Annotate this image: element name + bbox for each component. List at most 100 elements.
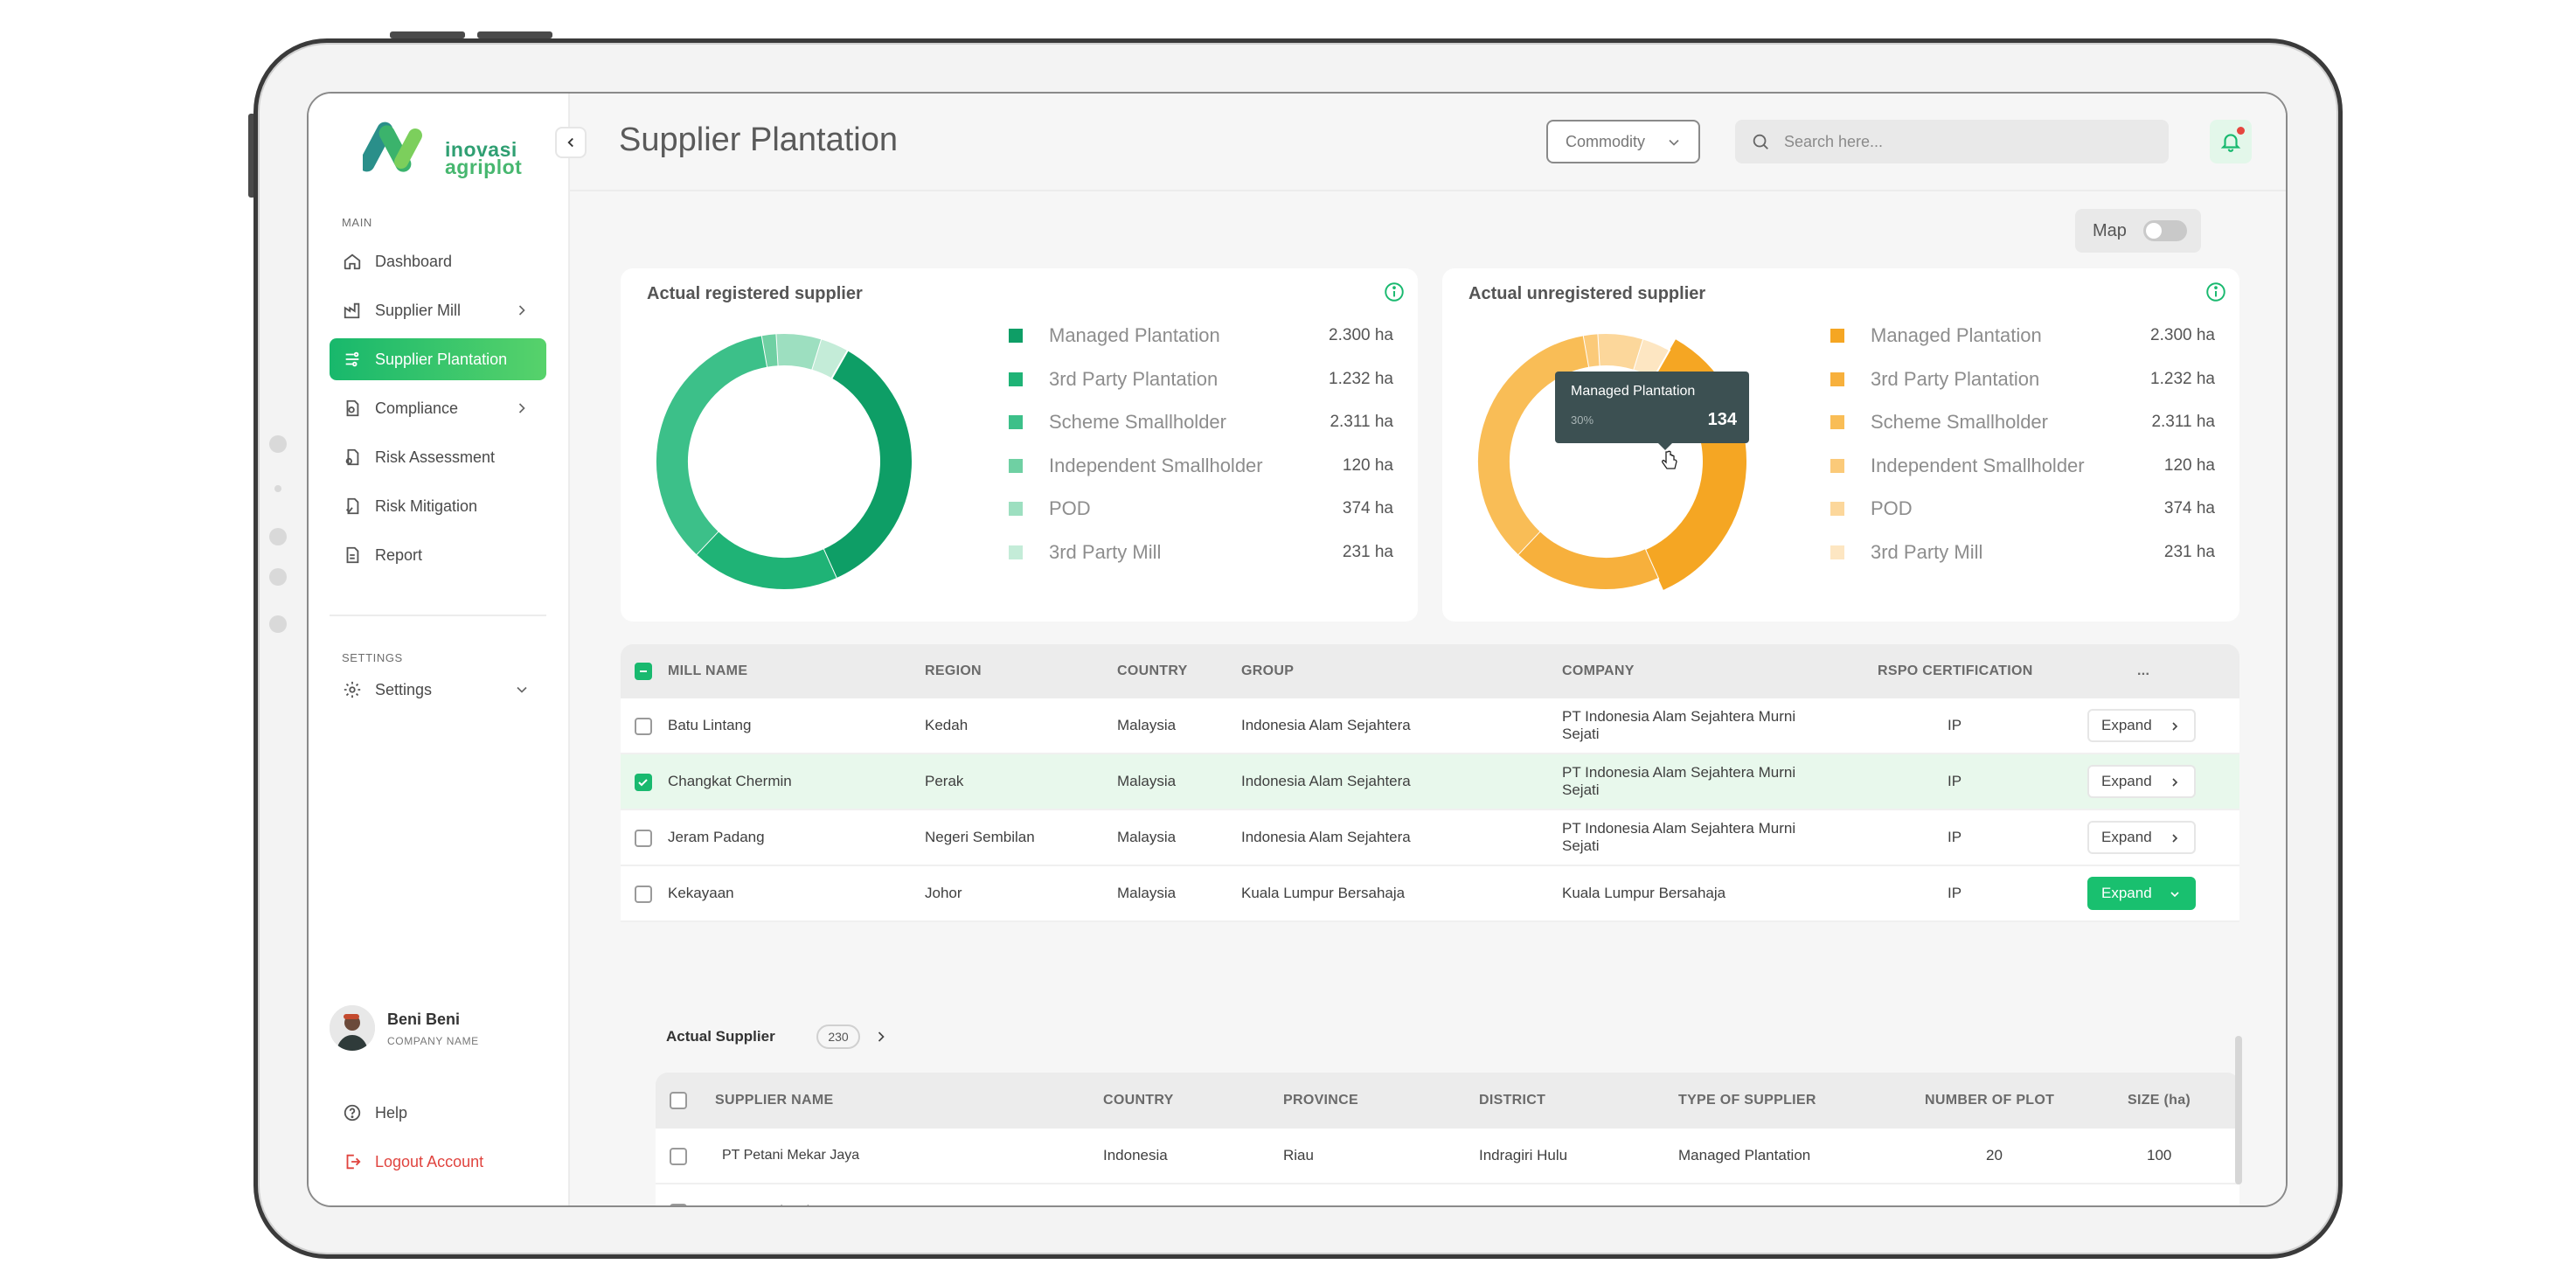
info-icon[interactable] bbox=[1383, 281, 1406, 303]
brand-logo[interactable]: inovasi agriplot bbox=[358, 115, 522, 177]
col-number-of-plot[interactable]: NUMBER OF PLOT bbox=[1925, 1073, 2054, 1129]
company-line: Sejati bbox=[1562, 837, 1600, 854]
info-icon[interactable] bbox=[2205, 281, 2227, 303]
card-title: Actual registered supplier bbox=[647, 284, 863, 303]
sidebar-item-settings[interactable]: Settings bbox=[330, 669, 546, 711]
col-mill-name[interactable]: MILL NAME bbox=[668, 644, 747, 698]
sidebar-item-dashboard[interactable]: Dashboard bbox=[330, 240, 546, 282]
donut-segment[interactable] bbox=[656, 336, 768, 555]
map-toggle[interactable]: Map bbox=[2075, 209, 2201, 253]
col-region[interactable]: REGION bbox=[925, 644, 982, 698]
col-company[interactable]: COMPANY bbox=[1562, 644, 1635, 698]
col-district[interactable]: DISTRICT bbox=[1479, 1073, 1545, 1129]
col-province[interactable]: PROVINCE bbox=[1283, 1073, 1358, 1129]
expand-button[interactable]: Expand bbox=[2087, 709, 2196, 742]
table-scrollbar[interactable] bbox=[2235, 1036, 2242, 1184]
chevron-right-icon bbox=[2172, 834, 2178, 843]
col-group[interactable]: GROUP bbox=[1241, 644, 1294, 698]
legend-value: 1.232 ha bbox=[2150, 369, 2215, 388]
row-checkbox[interactable] bbox=[635, 886, 652, 903]
logout-button[interactable]: Logout Account bbox=[330, 1141, 546, 1183]
expand-button[interactable]: Expand bbox=[2087, 765, 2196, 798]
table-row[interactable]: Kekayaan Johor Malaysia Kuala Lumpur Bersah… bbox=[621, 866, 2239, 922]
table-row[interactable]: Changkat Chermin Perak Malaysia Indonesia A… bbox=[621, 754, 2239, 810]
col-rspo[interactable]: RSPO CERTIFICATION bbox=[1878, 644, 2033, 698]
legend-label: Managed Plantation bbox=[1049, 324, 1220, 346]
donut-segment[interactable] bbox=[776, 334, 823, 371]
sidebar-item-label: Risk Assessment bbox=[375, 448, 496, 466]
rspo-certification: IP bbox=[1948, 885, 1962, 901]
sidebar-item-compliance[interactable]: Compliance bbox=[330, 387, 546, 429]
row-checkbox[interactable] bbox=[635, 830, 652, 847]
legend-value: 1.232 ha bbox=[1329, 369, 1393, 388]
collapse-sidebar-button[interactable] bbox=[555, 127, 587, 158]
map-switch[interactable] bbox=[2143, 220, 2187, 241]
mill-name: Jeram Padang bbox=[668, 829, 765, 845]
chevron-down-icon bbox=[517, 686, 527, 693]
row-checkbox[interactable] bbox=[670, 1204, 687, 1205]
table-row[interactable]: Jeram Padang Negeri Sembilan Malaysia Indon… bbox=[621, 810, 2239, 866]
chevron-down-icon bbox=[2170, 892, 2179, 898]
legend-swatch bbox=[1830, 372, 1844, 386]
country: Malaysia bbox=[1117, 829, 1177, 845]
legend-swatch bbox=[1830, 545, 1844, 559]
table-row[interactable]: PT Petani Mekar Jaya Indonesia Riau Indragi… bbox=[656, 1184, 2239, 1205]
user-profile[interactable]: Beni Beni COMPANY NAME bbox=[330, 1005, 548, 1058]
factory-icon bbox=[342, 300, 363, 321]
row-checkbox[interactable] bbox=[635, 774, 652, 791]
legend-swatch bbox=[1009, 545, 1023, 559]
hand-cursor-icon bbox=[1662, 450, 1677, 469]
donut-segment[interactable] bbox=[823, 351, 912, 579]
user-company: COMPANY NAME bbox=[387, 1035, 479, 1047]
donut-segment[interactable] bbox=[761, 334, 779, 367]
legend-swatch bbox=[1830, 502, 1844, 516]
sidebar-item-supplier-plantation[interactable]: Supplier Plantation bbox=[330, 338, 546, 380]
map-toggle-label: Map bbox=[2093, 220, 2127, 240]
actual-supplier-count: 230 bbox=[816, 1024, 860, 1049]
sidebar-item-supplier-mill[interactable]: Supplier Mill bbox=[330, 289, 546, 331]
legend-label: POD bbox=[1049, 497, 1091, 519]
donut-segment[interactable] bbox=[1598, 334, 1644, 371]
search-input[interactable]: Search here... bbox=[1735, 120, 2169, 163]
select-all-checkbox[interactable] bbox=[635, 663, 652, 680]
donut-segment[interactable] bbox=[696, 531, 837, 589]
home-icon bbox=[342, 251, 363, 272]
col-supplier-name[interactable]: SUPPLIER NAME bbox=[715, 1073, 833, 1129]
col-type[interactable]: TYPE OF SUPPLIER bbox=[1678, 1073, 1816, 1129]
donut-segment[interactable] bbox=[1583, 334, 1600, 367]
select-all-checkbox[interactable] bbox=[670, 1092, 687, 1109]
legend-swatch bbox=[1830, 329, 1844, 343]
legend-label: Scheme Smallholder bbox=[1049, 411, 1226, 433]
help-link[interactable]: Help bbox=[330, 1092, 546, 1134]
notification-dot bbox=[2237, 127, 2245, 135]
sidebar-item-report[interactable]: Report bbox=[330, 534, 546, 576]
notification-button[interactable] bbox=[2210, 120, 2252, 163]
expand-button[interactable]: Expand bbox=[2087, 877, 2196, 910]
size-ha: 100 bbox=[2147, 1147, 2172, 1163]
table-row[interactable]: Batu Lintang Kedah Malaysia Indonesia Alam … bbox=[621, 698, 2239, 754]
legend-swatch bbox=[1009, 458, 1023, 473]
col-size[interactable]: SIZE (ha) bbox=[2128, 1073, 2191, 1129]
tooltip-label: Managed Plantation bbox=[1571, 384, 1696, 399]
expand-button[interactable]: Expand bbox=[2087, 821, 2196, 854]
country: Malaysia bbox=[1117, 885, 1177, 901]
page-title: Supplier Plantation bbox=[619, 122, 898, 158]
sidebar-item-risk-mitigation[interactable]: Risk Mitigation bbox=[330, 485, 546, 527]
legend-label: Scheme Smallholder bbox=[1871, 411, 2048, 433]
donut-segment[interactable] bbox=[1517, 531, 1658, 589]
row-checkbox[interactable] bbox=[670, 1148, 687, 1165]
legend-label: 3rd Party Mill bbox=[1049, 540, 1162, 563]
table-row[interactable]: PT Petani Mekar Jaya Indonesia Riau Indragi… bbox=[656, 1129, 2239, 1184]
sidebar-item-risk-assessment[interactable]: Risk Assessment bbox=[330, 436, 546, 478]
row-checkbox[interactable] bbox=[635, 718, 652, 735]
col-country[interactable]: COUNTRY bbox=[1117, 644, 1188, 698]
legend-swatch bbox=[1009, 372, 1023, 386]
supplier-name: PT Petani Mekar Jaya bbox=[722, 1148, 860, 1163]
commodity-dropdown[interactable]: Commodity bbox=[1546, 120, 1700, 163]
company: PT Indonesia Alam Sejahtera Murni Sejati bbox=[1562, 754, 1795, 809]
col-country[interactable]: COUNTRY bbox=[1103, 1073, 1174, 1129]
donut-segment[interactable] bbox=[1633, 339, 1670, 379]
donut-segment[interactable] bbox=[811, 339, 848, 379]
chevron-right-icon[interactable] bbox=[872, 1028, 890, 1045]
more-options-icon[interactable]: ... bbox=[2137, 644, 2149, 698]
